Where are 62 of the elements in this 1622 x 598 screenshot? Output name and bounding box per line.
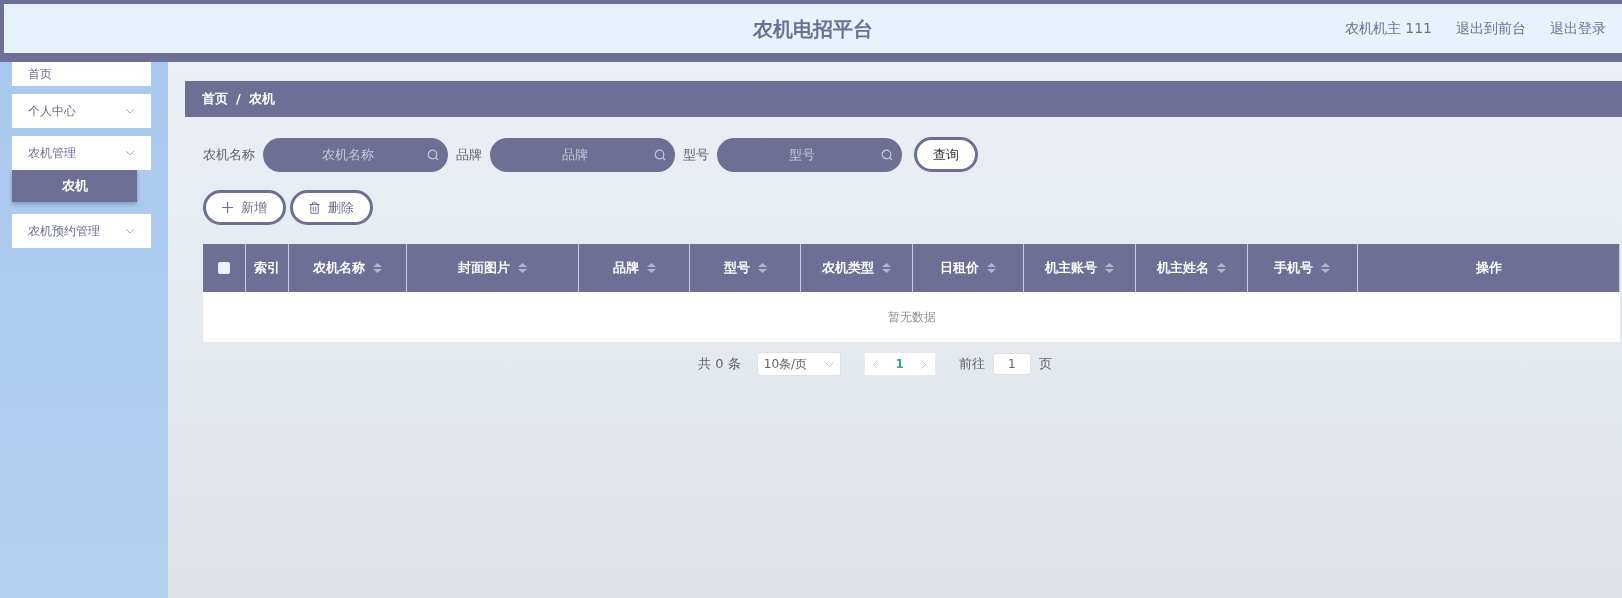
checkbox[interactable]	[217, 262, 230, 274]
sort-icon	[518, 263, 528, 273]
header-link[interactable]: 退出到前台	[1456, 18, 1526, 39]
sort-icon	[1216, 263, 1226, 273]
sortable-column-header[interactable]: 农机名称	[288, 244, 407, 292]
sortable-column-header[interactable]: 机主账号	[1023, 244, 1136, 292]
header-link[interactable]: 退出登录	[1550, 18, 1606, 39]
breadcrumb-item[interactable]: 首页	[202, 89, 228, 109]
field-label: 农机名称	[203, 145, 255, 164]
sortable-column-header[interactable]: 品牌	[579, 244, 691, 292]
menu-item[interactable]: 个人中心	[12, 94, 151, 128]
sort-icon	[882, 263, 892, 273]
page-size-select[interactable]: 10条/页	[756, 352, 841, 376]
field-label: 品牌	[456, 145, 482, 164]
chevron-right-icon	[921, 359, 927, 369]
total-count: 共 0 条	[698, 355, 741, 374]
trash-icon	[309, 201, 320, 214]
chevron-down-icon	[125, 108, 135, 114]
column-header: 索引	[245, 244, 289, 292]
search-icon	[427, 148, 439, 161]
page-input[interactable]: 1	[992, 353, 1031, 375]
page-title: 农机电招平台	[753, 15, 873, 43]
sort-icon	[646, 263, 656, 273]
sortable-column-header[interactable]: 手机号	[1247, 244, 1359, 292]
sort-icon	[757, 263, 767, 273]
search-icon	[654, 148, 666, 161]
sortable-column-header[interactable]: 封面图片	[406, 244, 580, 292]
sortable-column-header[interactable]: 型号	[690, 244, 802, 292]
chevron-down-icon	[125, 228, 135, 234]
search-field[interactable]: 品牌	[490, 137, 675, 172]
delete-button[interactable]: 删除	[290, 190, 373, 225]
breadcrumb-separator: /	[236, 90, 241, 109]
sortable-column-header[interactable]: 日租价	[913, 244, 1024, 292]
search-field[interactable]: 型号	[717, 137, 902, 172]
sort-icon	[986, 263, 996, 273]
search-button[interactable]: 查询	[914, 137, 978, 172]
sortable-column-header[interactable]: 农机类型	[801, 244, 913, 292]
add-button[interactable]: 新增	[203, 190, 286, 225]
column-header: 操作	[1358, 244, 1620, 292]
empty-message: 暂无数据	[203, 292, 1620, 342]
chevron-down-icon	[125, 150, 135, 156]
menu-item[interactable]: 首页	[12, 62, 151, 86]
search-icon	[881, 148, 893, 161]
sort-icon	[372, 263, 382, 273]
next-page-button[interactable]	[912, 353, 935, 375]
menu-item[interactable]: 农机管理	[12, 136, 151, 170]
sortable-column-header[interactable]: 机主姓名	[1135, 244, 1248, 292]
menu-item[interactable]: 农机预约管理	[12, 214, 151, 248]
breadcrumb-item: 农机	[248, 90, 275, 109]
header-link[interactable]: 农机机主 111	[1344, 18, 1432, 39]
search-field[interactable]: 农机名称	[263, 137, 448, 172]
page-number[interactable]: 1	[886, 353, 913, 375]
sort-icon	[1104, 263, 1114, 273]
previous-page-button[interactable]	[864, 353, 887, 375]
goto-label: 前往	[958, 355, 985, 374]
field-label: 型号	[683, 145, 709, 164]
submenu-item[interactable]: 农机	[12, 170, 137, 202]
sort-icon	[1321, 263, 1331, 273]
plus-icon	[222, 202, 233, 213]
chevron-down-icon	[824, 361, 834, 367]
page-suffix: 页	[1038, 355, 1052, 374]
chevron-left-icon	[873, 359, 879, 369]
